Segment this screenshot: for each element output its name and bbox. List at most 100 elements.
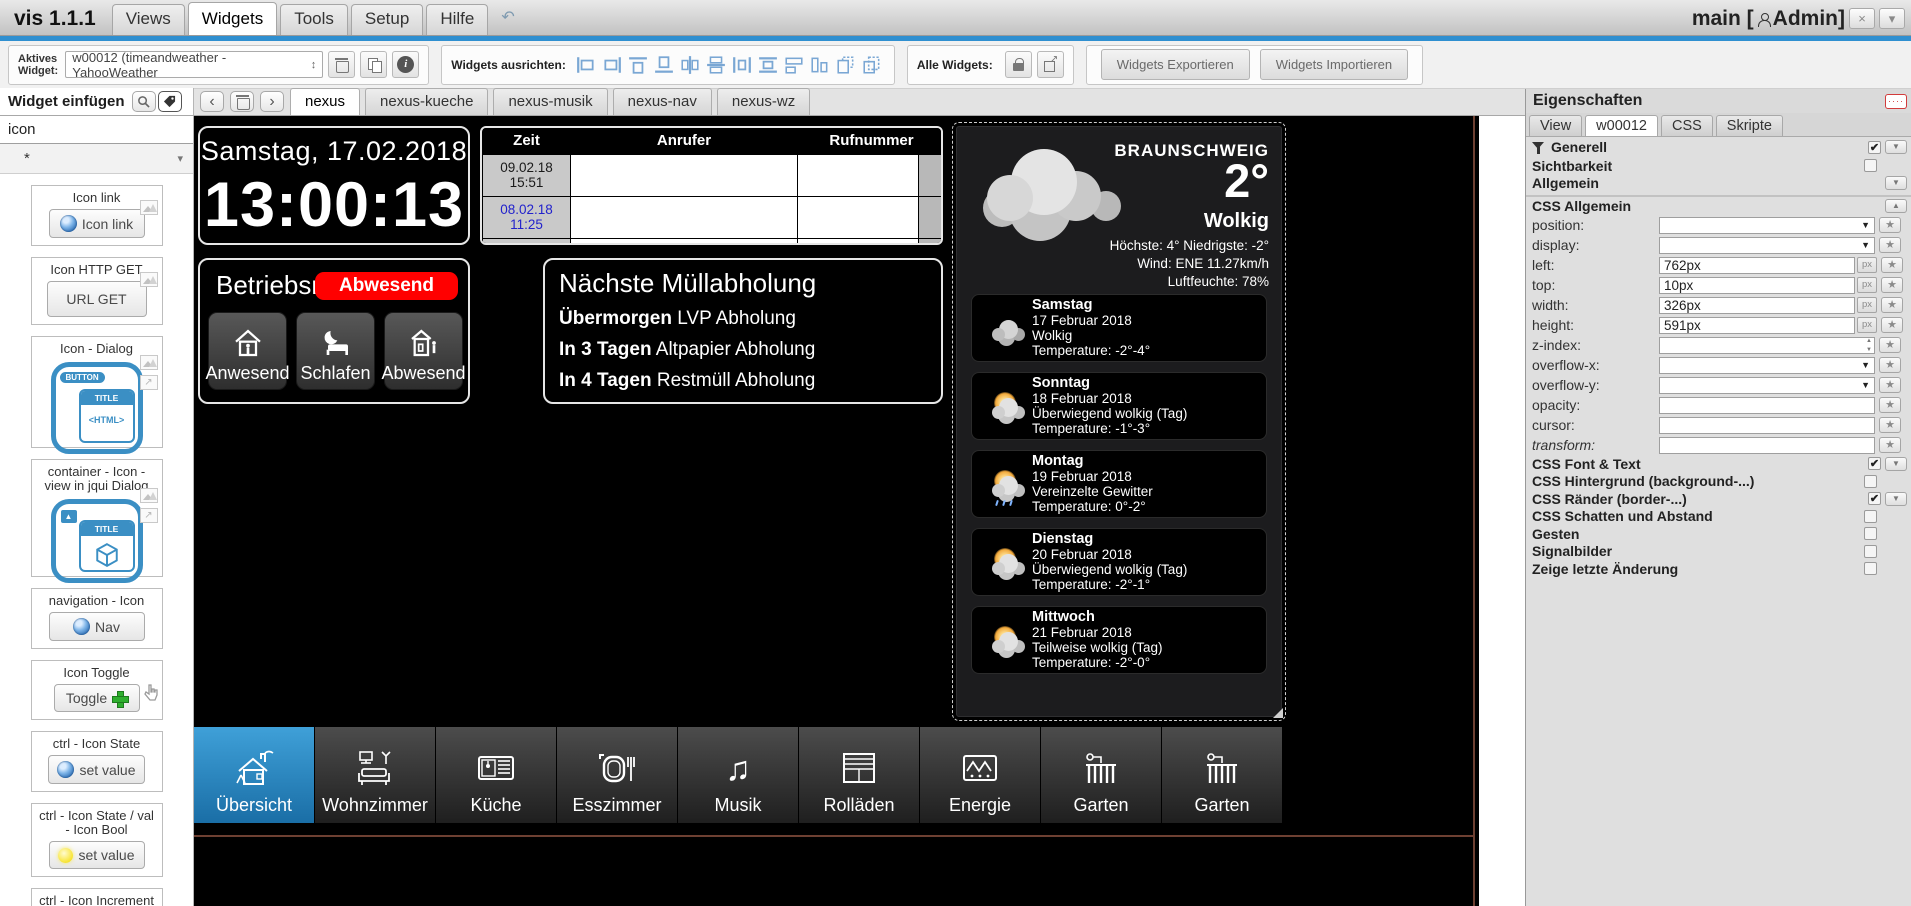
height-unit-button[interactable]: px xyxy=(1857,317,1877,333)
align-left-icon[interactable] xyxy=(576,56,596,74)
section-css-font-text[interactable]: CSS Font & Text ▼ xyxy=(1526,455,1911,473)
css-schatten-checkbox[interactable] xyxy=(1864,510,1877,523)
view-tab-nexus-wz[interactable]: nexus-wz xyxy=(717,88,810,115)
palette-group-select[interactable]: * ▾ xyxy=(0,144,193,174)
center-horizontal-icon[interactable] xyxy=(706,56,726,74)
mode-widget[interactable]: Betriebsmodus Abwesend Anwesend Schlafen… xyxy=(198,258,470,404)
generell-checkbox[interactable] xyxy=(1868,141,1881,154)
palette-item-icon-link[interactable]: Icon link Icon link xyxy=(31,185,163,246)
weather-widget[interactable]: BRAUNSCHWEIG 2° Wolkig Höchste: 4° Niedr… xyxy=(956,126,1282,717)
garbage-widget[interactable]: Nächste Müllabholung Übermorgen LVP Abho… xyxy=(543,258,943,404)
nav-tile-esszimmer[interactable]: Esszimmer xyxy=(557,727,677,823)
distribute-horizontal-icon[interactable] xyxy=(732,56,752,74)
cursor-bind-button[interactable]: ★ xyxy=(1879,417,1901,433)
palette-item-icon-toggle[interactable]: Icon Toggle Toggle xyxy=(31,660,163,720)
position-select[interactable]: ▼ xyxy=(1659,217,1875,234)
css-raender-expand-button[interactable]: ▼ xyxy=(1885,492,1907,506)
call-list-widget[interactable]: Zeit Anrufer Rufnummer 09.02.18 15:51 08… xyxy=(480,126,943,245)
tab-view[interactable]: View xyxy=(1529,115,1582,136)
css-raender-checkbox[interactable] xyxy=(1868,492,1881,505)
lock-widgets-button[interactable] xyxy=(1005,51,1032,78)
overflow-y-select[interactable]: ▼ xyxy=(1659,377,1875,394)
widget-info-button[interactable]: i xyxy=(392,51,419,78)
section-gesten[interactable]: Gesten xyxy=(1526,525,1911,543)
align-bottom-icon[interactable] xyxy=(654,56,674,74)
to-back-icon[interactable] xyxy=(862,56,882,74)
palette-item-ctrl-icon-state-val[interactable]: ctrl - Icon State / val - Icon Bool set … xyxy=(31,803,163,877)
show-widgets-button[interactable] xyxy=(1037,51,1064,78)
section-signalbilder[interactable]: Signalbilder xyxy=(1526,543,1911,561)
view-canvas[interactable]: Samstag, 17.02.2018 13:00:13 Zeit Anrufe… xyxy=(194,116,1479,906)
section-generell[interactable]: Generell ▼ xyxy=(1526,137,1911,157)
left-input[interactable] xyxy=(1659,257,1855,274)
left-bind-button[interactable]: ★ xyxy=(1881,257,1903,273)
palette-item-icon-dialog[interactable]: Icon - Dialog BUTTON TITLE <HTML> ↗ xyxy=(31,336,163,448)
nav-tile-energie[interactable]: Energie xyxy=(920,727,1040,823)
css-font-expand-button[interactable]: ▼ xyxy=(1885,457,1907,471)
cursor-input[interactable] xyxy=(1659,417,1875,434)
nav-tile-garten-2[interactable]: Garten xyxy=(1162,727,1282,823)
overflow-x-select[interactable]: ▼ xyxy=(1659,357,1875,374)
nav-tile-garten-1[interactable]: Garten xyxy=(1041,727,1161,823)
display-bind-button[interactable]: ★ xyxy=(1879,237,1901,253)
view-tab-nexus-musik[interactable]: nexus-musik xyxy=(493,88,607,115)
width-unit-button[interactable]: px xyxy=(1857,297,1877,313)
palette-item-ctrl-icon-increment[interactable]: ctrl - Icon Increment +1 xyxy=(31,888,163,906)
menu-hilfe[interactable]: Hilfe xyxy=(426,4,488,35)
same-width-icon[interactable] xyxy=(784,56,804,74)
tab-skripte[interactable]: Skripte xyxy=(1716,115,1783,136)
nav-tile-musik[interactable]: ♫ Musik xyxy=(678,727,798,823)
view-tab-nexus-kueche[interactable]: nexus-kueche xyxy=(365,88,488,115)
close-button[interactable]: × xyxy=(1849,8,1875,29)
copy-widget-button[interactable] xyxy=(360,51,387,78)
display-select[interactable]: ▼ xyxy=(1659,237,1875,254)
top-input[interactable] xyxy=(1659,277,1855,294)
top-bind-button[interactable]: ★ xyxy=(1881,277,1903,293)
active-widget-select[interactable]: w00012 (timeandweather - YahooWeather ↕ xyxy=(65,51,323,78)
section-css-raender[interactable]: CSS Ränder (border-...) ▼ xyxy=(1526,490,1911,508)
css-hintergrund-checkbox[interactable] xyxy=(1864,475,1877,488)
mode-button-schlafen[interactable]: Schlafen xyxy=(296,312,375,390)
menu-setup[interactable]: Setup xyxy=(351,4,423,35)
position-bind-button[interactable]: ★ xyxy=(1879,217,1901,233)
zeige-aenderung-checkbox[interactable] xyxy=(1864,562,1877,575)
same-height-icon[interactable] xyxy=(810,56,830,74)
palette-item-container-icon-view[interactable]: container - Icon - view in jqui Dialog ▲… xyxy=(31,459,163,577)
height-bind-button[interactable]: ★ xyxy=(1881,317,1903,333)
next-view-button[interactable]: › xyxy=(260,91,284,112)
css-allgemein-collapse-button[interactable]: ▲ xyxy=(1885,199,1907,213)
undo-icon[interactable]: ↶ xyxy=(501,7,514,27)
clock-widget[interactable]: Samstag, 17.02.2018 13:00:13 xyxy=(198,126,470,245)
section-zeige-letzte-aenderung[interactable]: Zeige letzte Änderung xyxy=(1526,560,1911,578)
distribute-vertical-icon[interactable] xyxy=(758,56,778,74)
menu-views[interactable]: Views xyxy=(112,4,185,35)
import-widgets-button[interactable]: Widgets Importieren xyxy=(1260,49,1408,80)
resize-handle[interactable] xyxy=(1273,708,1283,718)
nav-tile-rollaeden[interactable]: Rolläden xyxy=(799,727,919,823)
window-menu-button[interactable]: ▾ xyxy=(1879,8,1905,29)
mode-button-anwesend[interactable]: Anwesend xyxy=(208,312,287,390)
width-input[interactable] xyxy=(1659,297,1855,314)
z-index-bind-button[interactable]: ★ xyxy=(1879,337,1901,353)
transform-input[interactable] xyxy=(1659,437,1875,454)
delete-widget-button[interactable] xyxy=(328,51,355,78)
left-unit-button[interactable]: px xyxy=(1857,257,1877,273)
tab-widget-id[interactable]: w00012 xyxy=(1585,115,1658,136)
view-tab-nexus[interactable]: nexus xyxy=(290,88,360,115)
to-front-icon[interactable] xyxy=(836,56,856,74)
overflow-x-bind-button[interactable]: ★ xyxy=(1879,357,1901,373)
section-css-allgemein[interactable]: CSS Allgemein ▲ xyxy=(1526,195,1911,215)
top-unit-button[interactable]: px xyxy=(1857,277,1877,293)
tab-css[interactable]: CSS xyxy=(1661,115,1713,136)
nav-tile-wohnzimmer[interactable]: Wohnzimmer xyxy=(315,727,435,823)
css-font-checkbox[interactable] xyxy=(1868,457,1881,470)
export-widgets-button[interactable]: Widgets Exportieren xyxy=(1101,49,1250,80)
palette-filter-input[interactable] xyxy=(8,121,194,138)
view-tab-nexus-nav[interactable]: nexus-nav xyxy=(613,88,712,115)
menu-tools[interactable]: Tools xyxy=(280,4,348,35)
palette-search-button[interactable] xyxy=(132,91,156,112)
opacity-bind-button[interactable]: ★ xyxy=(1879,397,1901,413)
height-input[interactable] xyxy=(1659,317,1855,334)
section-css-schatten[interactable]: CSS Schatten und Abstand xyxy=(1526,508,1911,526)
section-css-hintergrund[interactable]: CSS Hintergrund (background-...) xyxy=(1526,473,1911,491)
